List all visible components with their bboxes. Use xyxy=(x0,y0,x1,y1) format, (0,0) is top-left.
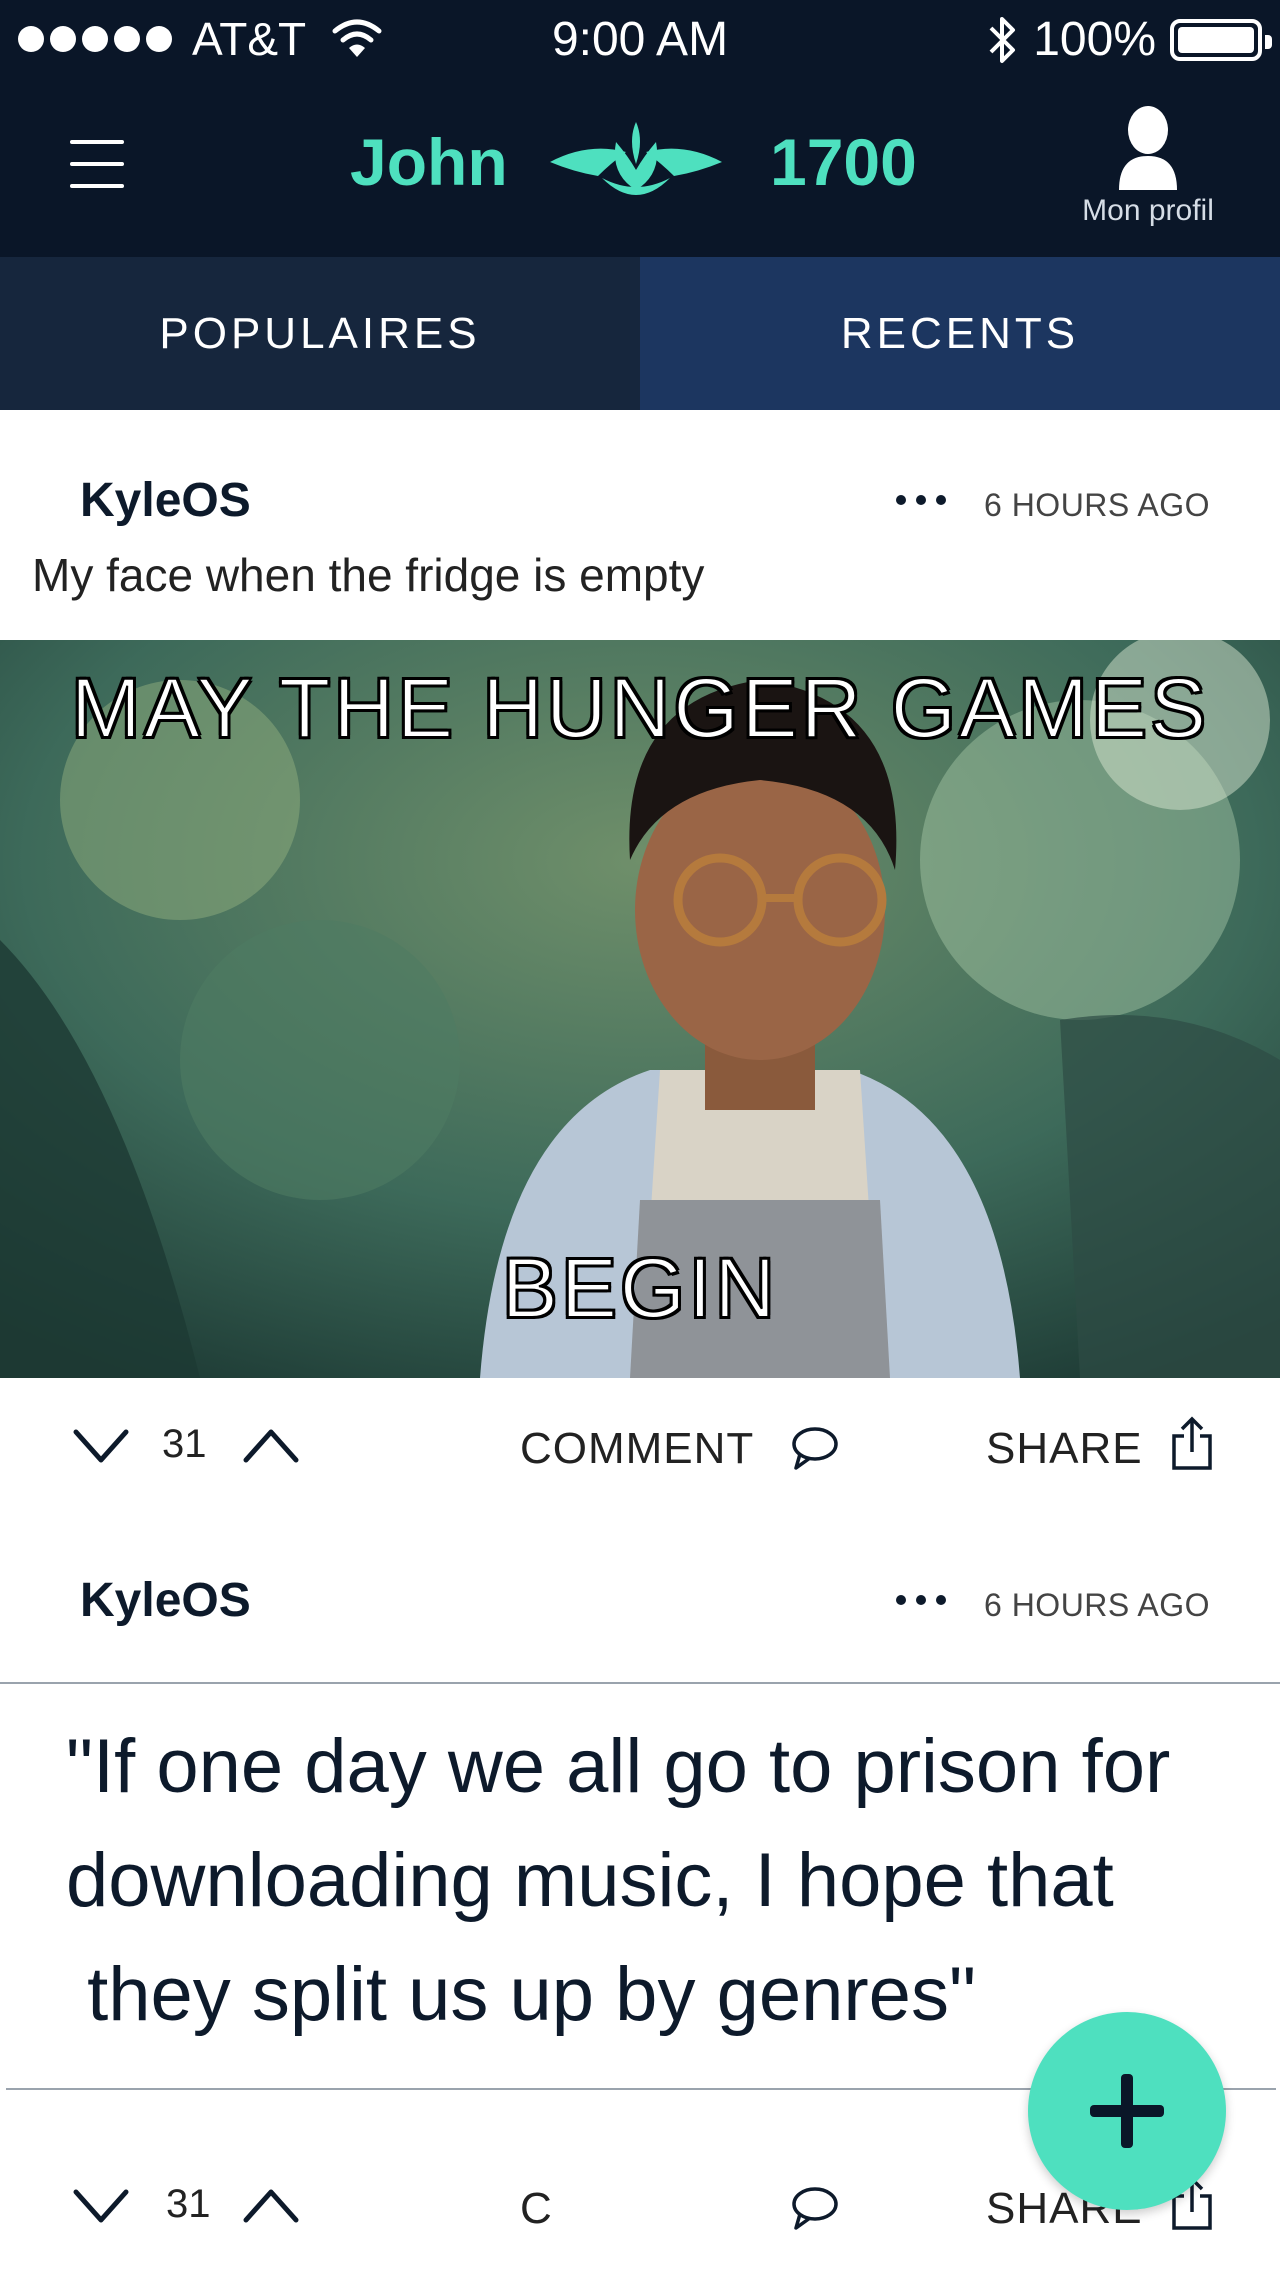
share-button[interactable]: SHARE xyxy=(986,1424,1143,1474)
quote-line: "If one day we all go to prison for xyxy=(66,1724,1171,1809)
post-author[interactable]: KyleOS xyxy=(80,473,251,528)
post-actions: 31 COMMENT SHARE xyxy=(0,1390,1280,1500)
comment-button[interactable]: C xyxy=(520,2184,553,2234)
comment-button[interactable]: COMMENT xyxy=(520,1424,754,1474)
more-icon[interactable] xyxy=(896,495,946,505)
feed-tabs: POPULAIRES RECENTS xyxy=(0,257,1280,410)
downvote-icon[interactable] xyxy=(72,2186,130,2226)
more-icon[interactable] xyxy=(896,1595,946,1605)
profile-button[interactable]: Mon profil xyxy=(1068,104,1228,228)
menu-button[interactable] xyxy=(70,140,124,188)
meme-bottom-text: BEGIN xyxy=(501,1240,779,1336)
status-right: 100% xyxy=(985,12,1272,67)
quote-line: downloading music, I hope that xyxy=(66,1838,1114,1923)
downvote-icon[interactable] xyxy=(72,1426,130,1466)
comment-icon[interactable] xyxy=(790,1426,840,1470)
quote-line: they split us up by genres" xyxy=(66,1952,976,2037)
tab-recents[interactable]: RECENTS xyxy=(640,257,1280,410)
post-time: 6 HOURS AGO xyxy=(984,1587,1210,1623)
user-name: John xyxy=(350,125,508,199)
status-bar: AT&T 9:00 AM 100% xyxy=(0,0,1280,80)
post-header: KyleOS 6 HOURS AGO xyxy=(0,455,1280,545)
meme-top-text: MAY THE HUNGER GAMES xyxy=(70,660,1210,756)
add-post-button[interactable] xyxy=(1028,2012,1226,2210)
divider xyxy=(0,1682,1280,1684)
post-author[interactable]: KyleOS xyxy=(80,1573,251,1628)
points-counter: 1700 xyxy=(770,125,917,199)
comment-icon[interactable] xyxy=(790,2186,840,2230)
vote-count: 31 xyxy=(166,2182,211,2226)
battery-percent: 100% xyxy=(1033,13,1156,66)
quote-text: "If one day we all go to prison for down… xyxy=(66,1710,1226,2052)
battery-icon xyxy=(1170,18,1272,61)
profile-label: Mon profil xyxy=(1082,194,1214,227)
post-time: 6 HOURS AGO xyxy=(984,487,1210,523)
bluetooth-icon xyxy=(989,16,1016,63)
app-header: John 1700 Mon profil xyxy=(0,80,1280,257)
vote-count: 31 xyxy=(162,1422,207,1466)
menu-icon xyxy=(70,140,124,144)
upvote-icon[interactable] xyxy=(242,2186,300,2226)
meme-image[interactable]: MAY THE HUNGER GAMES BEGIN xyxy=(0,640,1280,1378)
lotus-logo-icon xyxy=(550,122,722,195)
share-icon[interactable] xyxy=(1170,1416,1214,1472)
upvote-icon[interactable] xyxy=(242,1426,300,1466)
post-caption: My face when the fridge is empty xyxy=(32,549,705,601)
post-header: KyleOS 6 HOURS AGO xyxy=(0,1555,1280,1645)
tab-populaires[interactable]: POPULAIRES xyxy=(0,257,640,410)
profile-icon xyxy=(1119,106,1177,190)
